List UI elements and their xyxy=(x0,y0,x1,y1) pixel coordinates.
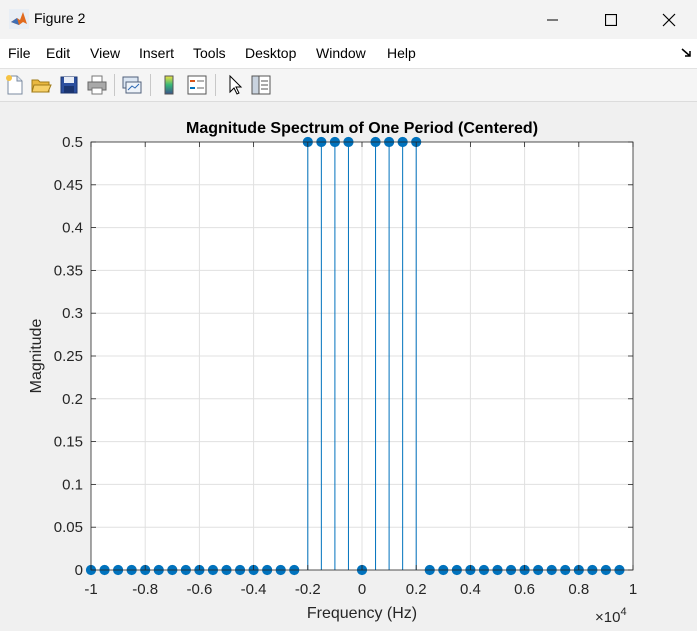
maximize-icon xyxy=(605,13,617,26)
property-inspector-icon[interactable] xyxy=(250,74,272,96)
x-tick-label: 0.8 xyxy=(568,581,589,598)
menu-view[interactable]: View xyxy=(90,45,120,61)
print-icon[interactable] xyxy=(86,74,108,96)
y-tick-label: 0.45 xyxy=(54,177,83,194)
y-tick-label: 0 xyxy=(75,562,83,579)
menu-tools[interactable]: Tools xyxy=(193,45,226,61)
y-tick-label: 0.35 xyxy=(54,262,83,279)
window-title: Figure 2 xyxy=(34,10,86,26)
x-tick-label: -1 xyxy=(84,581,97,598)
x-exponent-label: ×104 xyxy=(595,606,627,626)
open-file-icon[interactable] xyxy=(30,74,52,96)
close-button[interactable] xyxy=(640,0,697,39)
y-tick-label: 0.5 xyxy=(62,134,83,151)
menu-window[interactable]: Window xyxy=(316,45,366,61)
new-figure-icon[interactable] xyxy=(4,74,26,96)
matlab-logo-icon xyxy=(9,9,29,29)
y-tick-label: 0.2 xyxy=(62,391,83,408)
x-tick-label: 0.2 xyxy=(406,581,427,598)
toolbar-separator xyxy=(114,74,115,96)
y-tick-label: 0.15 xyxy=(54,434,83,451)
toolbar-separator xyxy=(150,74,151,96)
pointer-icon[interactable] xyxy=(224,74,246,96)
figure-canvas: -1 -0.8 -0.6 -0.4 -0.2 0 0.2 0.4 0.6 0.8 1 0 0.05 0.1… xyxy=(0,102,697,626)
link-plot-icon[interactable] xyxy=(121,74,143,96)
x-tick-label: 1 xyxy=(629,581,637,598)
minimize-button[interactable] xyxy=(524,0,582,39)
figure-toolbar xyxy=(0,69,697,102)
minimize-icon xyxy=(547,19,558,20)
menu-bar: File Edit View Insert Tools Desktop Wind… xyxy=(0,39,697,69)
x-tick-label: -0.2 xyxy=(295,581,321,598)
x-tick-label: -0.8 xyxy=(132,581,158,598)
stem-plot[interactable]: -1 -0.8 -0.6 -0.4 -0.2 0 0.2 0.4 0.6 0.8 1 0 0.05 0.1… xyxy=(0,102,697,626)
chart-title: Magnitude Spectrum of One Period (Center… xyxy=(186,120,538,137)
x-tick-label: -0.4 xyxy=(241,581,267,598)
menu-desktop[interactable]: Desktop xyxy=(245,45,296,61)
x-tick-label: 0.6 xyxy=(514,581,535,598)
menu-insert[interactable]: Insert xyxy=(139,45,174,61)
colorbar-icon[interactable] xyxy=(158,74,180,96)
close-icon xyxy=(662,13,676,26)
y-tick-label: 0.25 xyxy=(54,348,83,365)
y-tick-label: 0.3 xyxy=(62,305,83,322)
x-tick-label: -0.6 xyxy=(186,581,212,598)
dock-arrow-icon[interactable] xyxy=(681,47,693,59)
y-tick-label: 0.1 xyxy=(62,476,83,493)
y-tick-label: 0.4 xyxy=(62,220,83,237)
y-axis-label: Magnitude xyxy=(28,319,45,394)
maximize-button[interactable] xyxy=(582,0,640,39)
x-tick-label: 0 xyxy=(358,581,366,598)
menu-edit[interactable]: Edit xyxy=(46,45,70,61)
y-tick-label: 0.05 xyxy=(54,519,83,536)
save-icon[interactable] xyxy=(58,74,80,96)
x-tick-label: 0.4 xyxy=(460,581,481,598)
menu-file[interactable]: File xyxy=(8,45,31,61)
x-axis-label: Frequency (Hz) xyxy=(307,605,417,622)
legend-icon[interactable] xyxy=(186,74,208,96)
window-titlebar: Figure 2 xyxy=(0,0,697,39)
toolbar-separator xyxy=(215,74,216,96)
menu-help[interactable]: Help xyxy=(387,45,416,61)
